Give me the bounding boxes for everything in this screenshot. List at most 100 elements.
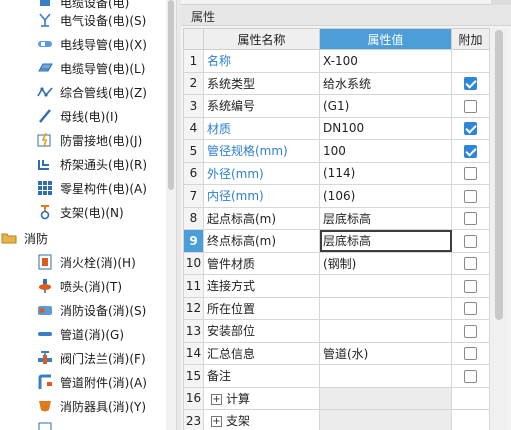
additional-cell (451, 71, 490, 95)
tree-category-fire[interactable]: 消防 (0, 226, 48, 250)
checkbox-unchecked[interactable] (464, 302, 477, 316)
property-value[interactable]: (106) (319, 184, 452, 208)
checkbox-unchecked[interactable] (464, 347, 477, 361)
tree-item-bridge-fitting[interactable]: 桥架通头(电)(R) (36, 152, 147, 176)
tree-item-sprinkler[interactable]: 喷头(消)(T) (36, 274, 122, 298)
property-row[interactable]: 15 备注 (183, 364, 490, 388)
property-value[interactable] (319, 364, 452, 388)
panel-close-strip[interactable] (491, 0, 511, 5)
property-value[interactable] (319, 296, 452, 320)
tree-item-busbar[interactable]: 母线(电)(I) (36, 104, 118, 128)
property-row[interactable]: 3 系统编号 (G1) (183, 94, 490, 118)
tree-item-label: 消防器具(消)(Y) (60, 399, 147, 414)
property-row[interactable]: 5 管径规格(mm) 100 (183, 139, 490, 163)
panel-scrollbar[interactable] (491, 28, 507, 430)
property-row[interactable]: 12 所在位置 (183, 296, 490, 320)
property-value[interactable]: 层底标高 (319, 229, 452, 253)
additional-cell (451, 49, 490, 73)
property-value[interactable]: 管道(水) (319, 341, 452, 365)
tree-scrollbar[interactable] (166, 0, 176, 430)
checkbox-unchecked[interactable] (464, 279, 477, 293)
property-row[interactable]: 11 连接方式 (183, 274, 490, 298)
checkbox-checked[interactable] (464, 122, 477, 136)
property-group-row[interactable]: 23 + 支架 (183, 409, 490, 430)
header-property-name[interactable]: 属性名称 (203, 28, 320, 50)
lightning-grounding-icon (36, 131, 54, 149)
checkbox-unchecked[interactable] (464, 257, 477, 271)
property-row[interactable]: 14 汇总信息 管道(水) (183, 341, 490, 365)
property-value[interactable]: 给水系统 (319, 71, 452, 95)
property-row[interactable]: 6 外径(mm) (114) (183, 161, 490, 185)
additional-cell (451, 229, 490, 253)
property-value[interactable]: (114) (319, 161, 452, 185)
checkbox-unchecked[interactable] (464, 189, 477, 203)
panel-scrollbar-thumb[interactable] (495, 30, 503, 320)
folder-icon (0, 229, 18, 247)
property-name: 管径规格(mm) (203, 139, 320, 163)
checkbox-unchecked[interactable] (464, 167, 477, 181)
property-row[interactable]: 10 管件材质 (钢制) (183, 251, 490, 275)
tree-item-pipe[interactable]: 管道(消)(G) (36, 322, 124, 346)
property-value[interactable]: 层底标高 (319, 206, 452, 230)
property-row[interactable]: 4 材质 DN100 (183, 116, 490, 140)
header-additional[interactable]: 附加 (451, 28, 490, 50)
tree-item-fire-equipment[interactable]: 消防设备(消)(S) (36, 298, 146, 322)
tree-scrollbar-thumb[interactable] (168, 0, 174, 190)
panel-title-bar: 属性 (181, 4, 511, 26)
checkbox-unchecked[interactable] (464, 99, 477, 113)
partial-item-icon (36, 421, 54, 430)
additional-cell (451, 116, 490, 140)
expand-icon[interactable]: + (211, 416, 222, 428)
additional-cell (451, 184, 490, 208)
tree-item-misc-component[interactable]: 零星构件(电)(A) (36, 176, 147, 200)
property-name: 连接方式 (203, 274, 320, 298)
property-row[interactable]: 7 内径(mm) (106) (183, 184, 490, 208)
additional-cell (451, 161, 490, 185)
property-value[interactable] (319, 386, 452, 410)
row-number: 23 (183, 409, 204, 430)
tree-item-electrical-equipment[interactable]: 电气设备(电)(S) (36, 8, 146, 32)
property-row[interactable]: 8 起点标高(m) 层底标高 (183, 206, 490, 230)
checkbox-checked[interactable] (464, 144, 477, 158)
row-number: 7 (183, 184, 204, 208)
group-name-cell[interactable]: + 支架 (203, 409, 320, 430)
property-row[interactable]: 1 名称 X-100 (183, 49, 490, 73)
tree-item-valve-flange[interactable]: 阀门法兰(消)(F) (36, 346, 146, 370)
property-value[interactable]: (G1) (319, 94, 452, 118)
property-value[interactable] (319, 409, 452, 430)
group-name-cell[interactable]: + 计算 (203, 386, 320, 410)
tree-item-cable-conduit[interactable]: 电缆导管(电)(L) (36, 56, 145, 80)
property-value[interactable] (319, 319, 452, 343)
tree-item-lightning-grounding[interactable]: 防雷接地(电)(J) (36, 128, 142, 152)
header-property-value[interactable]: 属性值 (319, 28, 452, 50)
expand-icon[interactable]: + (211, 393, 222, 405)
property-value[interactable] (319, 274, 452, 298)
checkbox-unchecked[interactable] (464, 324, 477, 338)
property-value[interactable]: DN100 (319, 116, 452, 140)
property-value[interactable]: 100 (319, 139, 452, 163)
additional-cell (451, 296, 490, 320)
grid-header-row: 属性名称 属性值 附加 (183, 28, 490, 50)
tree-item-label: 桥架通头(电)(R) (60, 157, 148, 172)
tree-item-bracket[interactable]: 支架(电)(N) (36, 200, 124, 224)
property-panel: 属性 属性名称 属性值 附加 1 名称 X-100 2 系统类型 给水系统 3 系统编号 (G1… (181, 0, 511, 430)
property-group-row[interactable]: 16 + 计算 (183, 386, 490, 410)
checkbox-unchecked[interactable] (464, 369, 477, 383)
tree-item-fire-appliance[interactable]: 消防器具(消)(Y) (36, 394, 146, 418)
tree-item-label: 支架(电)(N) (60, 205, 124, 220)
property-value[interactable]: X-100 (319, 49, 452, 73)
property-value[interactable]: (钢制) (319, 251, 452, 275)
tree-item-wire-conduit[interactable]: 电线导管(电)(X) (36, 32, 147, 56)
checkbox-unchecked[interactable] (464, 234, 477, 248)
property-row[interactable]: 13 安装部位 (183, 319, 490, 343)
property-row[interactable]: 2 系统类型 给水系统 (183, 71, 490, 95)
checkbox-checked[interactable] (464, 77, 477, 91)
property-grid: 属性名称 属性值 附加 1 名称 X-100 2 系统类型 给水系统 3 系统编号 (G1) 4 材… (183, 28, 490, 430)
tree-item-combined-pipeline[interactable]: 综合管线(电)(Z) (36, 80, 147, 104)
tree-item-label: 电线导管(电)(X) (60, 37, 147, 52)
property-row[interactable]: 9 终点标高(m) 层底标高 (183, 229, 490, 253)
tree-item-pipe-accessory[interactable]: 管道附件(消)(A) (36, 370, 147, 394)
checkbox-unchecked[interactable] (464, 212, 477, 226)
misc-component-icon (36, 179, 54, 197)
tree-item-hydrant[interactable]: 消火栓(消)(H) (36, 250, 136, 274)
